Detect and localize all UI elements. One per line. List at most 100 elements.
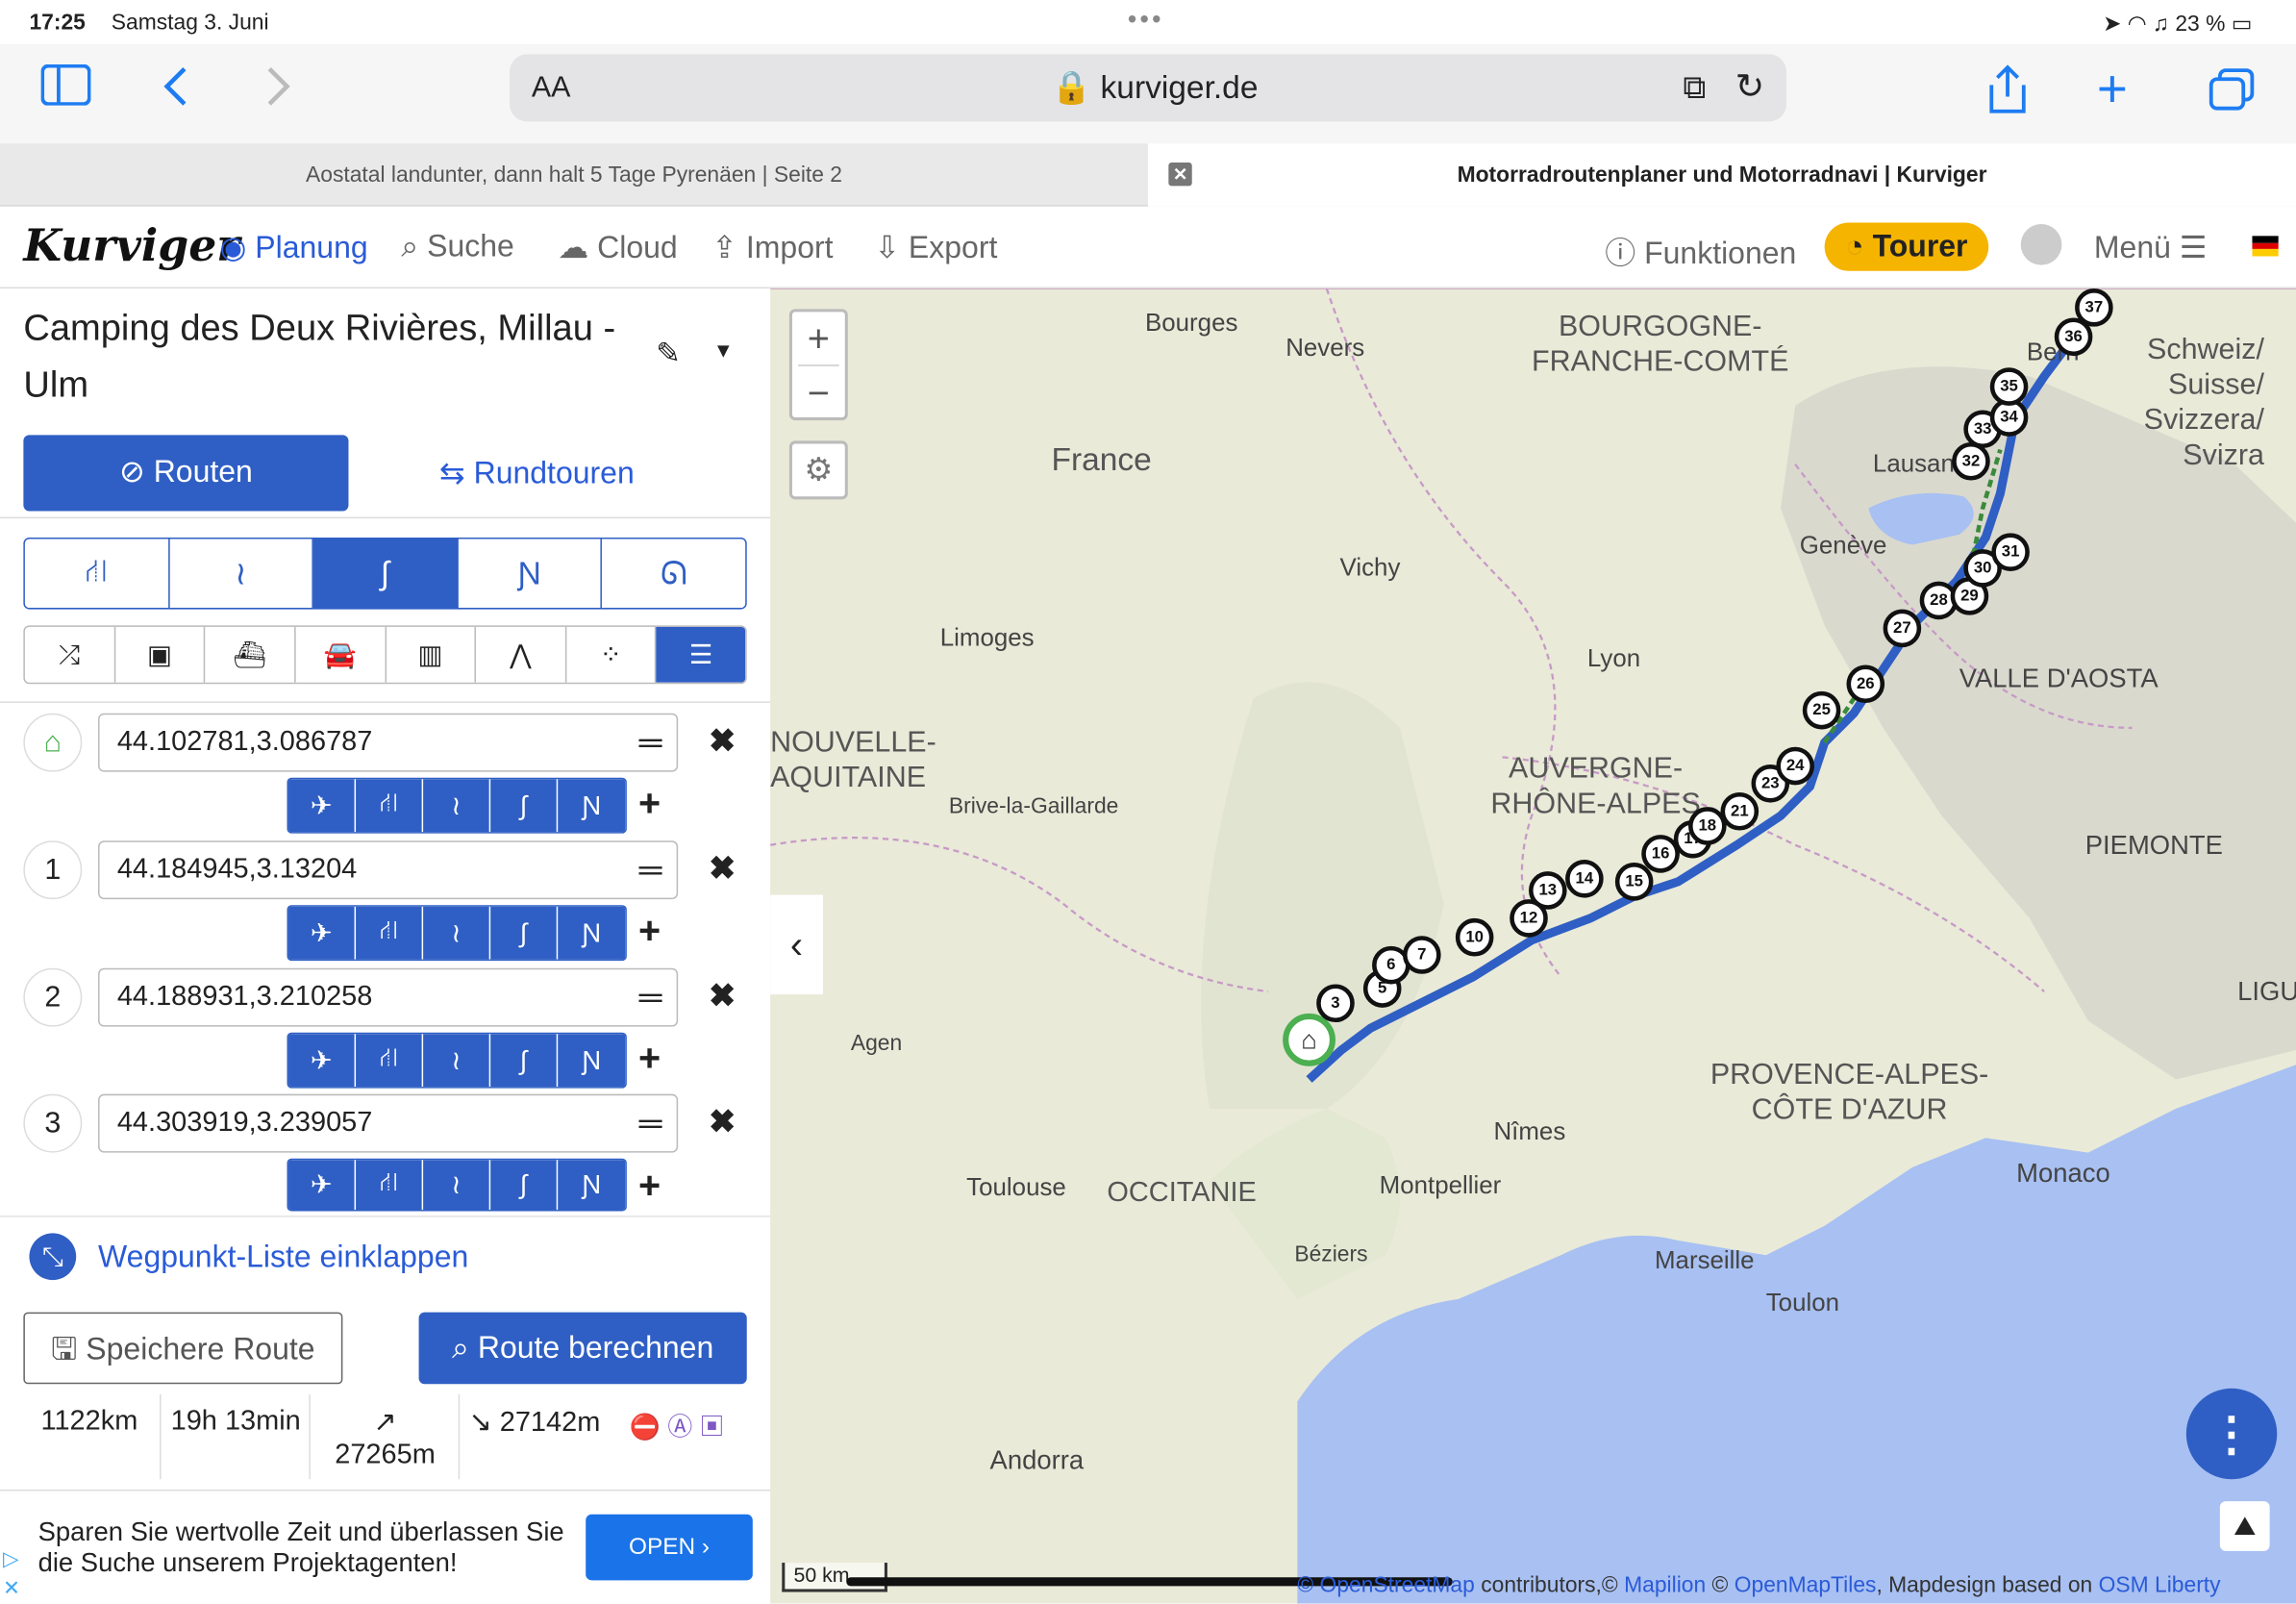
unpaved-icon[interactable]: ⁘: [566, 626, 657, 683]
extension-icon[interactable]: ⧉: [1683, 69, 1706, 108]
fast-icon[interactable]: ✈: [288, 906, 357, 960]
car-icon[interactable]: 🚘: [295, 626, 387, 683]
waypoint-marker[interactable]: 27: [1883, 609, 1922, 648]
remove-waypoint-icon[interactable]: ✖: [709, 1103, 736, 1141]
curvy-icon[interactable]: ∫: [313, 539, 459, 609]
sidebar-icon[interactable]: [40, 63, 91, 117]
drag-handle-icon[interactable]: ═: [639, 1095, 662, 1151]
waypoint-marker[interactable]: 37: [2075, 288, 2113, 327]
nav-suche[interactable]: ⌕ Suche: [401, 230, 514, 265]
drag-handle-icon[interactable]: ═: [639, 969, 662, 1025]
extreme-curvy-icon[interactable]: ᘏ: [603, 539, 746, 608]
waypoint-marker[interactable]: 14: [1565, 860, 1604, 898]
remove-waypoint-icon[interactable]: ✖: [709, 722, 736, 761]
segment-options[interactable]: ✈ ⛙ ≀ ∫ Ɲ: [287, 905, 627, 962]
tab-routen[interactable]: ⊘ Routen: [23, 435, 349, 512]
very-curvy-icon[interactable]: Ɲ: [558, 1160, 626, 1210]
segment-options[interactable]: ✈ ⛙ ≀ ∫ Ɲ: [287, 777, 627, 834]
multitask-dots-icon[interactable]: •••: [1128, 5, 1164, 36]
tab-rundtouren[interactable]: ⇆ Rundtouren: [439, 456, 635, 492]
share-icon[interactable]: [1985, 64, 2030, 121]
curvy-icon[interactable]: ∫: [490, 906, 559, 960]
nav-funktionen[interactable]: ⓘ Funktionen: [1605, 230, 1796, 274]
waypoint-input[interactable]: 44.102781,3.086787 ═: [98, 713, 679, 772]
waypoint-marker[interactable]: 24: [1776, 746, 1814, 786]
waypoint-marker[interactable]: 3: [1316, 984, 1355, 1023]
tab-forum[interactable]: Aostatal landunter, dann halt 5 Tage Pyr…: [0, 143, 1148, 206]
waypoint-marker[interactable]: 25: [1802, 690, 1841, 730]
ad-open-button[interactable]: OPEN ›: [586, 1514, 753, 1581]
slight-curve-icon[interactable]: ≀: [423, 906, 491, 960]
start-home-marker[interactable]: ⌂: [1283, 1013, 1335, 1066]
save-route-button[interactable]: 🖫 Speichere Route: [23, 1312, 343, 1385]
waypoint-input[interactable]: 44.184945,3.13204 ═: [98, 840, 679, 900]
route-warnings[interactable]: ⛔ Ⓐ ▣: [630, 1406, 724, 1442]
highway-icon[interactable]: ⛙: [356, 1034, 424, 1088]
toll-icon[interactable]: ▣: [115, 626, 206, 683]
very-curvy-icon[interactable]: Ɲ: [558, 906, 626, 960]
route-type-selector[interactable]: ⛙ ≀ ∫ Ɲ ᘏ: [23, 537, 747, 610]
fast-icon[interactable]: ✈: [288, 1034, 357, 1088]
more-options-button[interactable]: ⋮: [2185, 1388, 2278, 1480]
waypoint-marker[interactable]: 13: [1529, 871, 1567, 910]
avatar[interactable]: [2020, 224, 2062, 265]
forward-icon[interactable]: [263, 64, 292, 115]
shuffle-icon[interactable]: ⤮: [25, 626, 115, 683]
very-curvy-icon[interactable]: Ɲ: [558, 1034, 626, 1088]
segment-options[interactable]: ✈ ⛙ ≀ ∫ Ɲ: [287, 1158, 627, 1212]
highway-icon[interactable]: ⛙: [356, 779, 424, 833]
very-curvy-icon[interactable]: Ɲ: [558, 779, 626, 833]
tourer-badge[interactable]: ◔ Tourer: [1824, 222, 1989, 271]
highway-icon[interactable]: ⛙: [356, 1160, 424, 1210]
zoom-out-button[interactable]: −: [792, 366, 845, 419]
nav-cloud[interactable]: ☁ Cloud: [558, 230, 677, 266]
tab-kurviger[interactable]: ✕ Motorradroutenplaner und Motorradnavi |…: [1148, 143, 2296, 207]
waypoint-marker[interactable]: 31: [1991, 533, 2030, 571]
new-tab-icon[interactable]: +: [2097, 59, 2128, 120]
german-flag-icon[interactable]: [2252, 236, 2279, 257]
collapse-panel-chevron-left-icon[interactable]: ‹: [770, 894, 823, 995]
address-bar[interactable]: AA 🔒 kurviger.de ⧉ ↻: [510, 54, 1787, 122]
close-tab-icon[interactable]: ✕: [1168, 163, 1192, 187]
slight-curve-icon[interactable]: ≀: [423, 779, 491, 833]
map[interactable]: + − ⚙ ‹ Bourges Nevers France Vichy Limo…: [770, 288, 2296, 1604]
waypoint-input[interactable]: 44.303919,3.239057 ═: [98, 1093, 679, 1153]
highway-icon[interactable]: ⛙: [356, 906, 424, 960]
chevron-down-icon[interactable]: ▼: [713, 338, 734, 362]
zoom-in-button[interactable]: +: [792, 312, 845, 364]
waypoint-marker[interactable]: 35: [1989, 367, 2029, 406]
remove-waypoint-icon[interactable]: ✖: [709, 977, 736, 1015]
curvy-icon[interactable]: ∫: [490, 779, 559, 833]
add-waypoint-icon[interactable]: +: [638, 1036, 661, 1081]
ad-close-icon[interactable]: ✕: [3, 1576, 20, 1601]
drag-handle-icon[interactable]: ═: [639, 842, 662, 898]
segment-options[interactable]: ✈ ⛙ ≀ ∫ Ɲ: [287, 1032, 627, 1089]
text-size-button[interactable]: AA: [532, 72, 571, 106]
collapse-icon[interactable]: ⤡: [29, 1233, 77, 1281]
settings-sliders-icon[interactable]: ☰: [656, 626, 746, 683]
highway-icon[interactable]: ⛙: [25, 539, 170, 609]
add-waypoint-icon[interactable]: +: [638, 1163, 661, 1208]
curvy-icon[interactable]: ∫: [490, 1160, 559, 1210]
waypoint-marker[interactable]: 26: [1846, 664, 1885, 704]
nav-import[interactable]: ⇪ Import: [711, 230, 833, 266]
remove-waypoint-icon[interactable]: ✖: [709, 849, 736, 888]
back-icon[interactable]: [162, 64, 190, 115]
calculate-route-button[interactable]: ⌕ Route berechnen: [418, 1312, 747, 1385]
nav-planung[interactable]: ◉ Planung: [219, 230, 367, 266]
add-waypoint-icon[interactable]: +: [638, 908, 661, 953]
add-waypoint-icon[interactable]: +: [638, 781, 661, 826]
ad-banner[interactable]: ▷ ✕ Sparen Sie wertvolle Zeit und überla…: [0, 1489, 771, 1604]
fast-icon[interactable]: ✈: [288, 1160, 357, 1210]
road-icon[interactable]: ⋀: [476, 626, 567, 683]
edit-icon[interactable]: ✎: [656, 336, 681, 372]
drag-handle-icon[interactable]: ═: [639, 714, 662, 770]
nav-menu[interactable]: Menü ☰: [2094, 230, 2208, 266]
slight-curve-icon[interactable]: ≀: [169, 539, 314, 609]
collapse-waypoints-link[interactable]: Wegpunkt-Liste einklappen: [98, 1241, 468, 1276]
ferry-icon[interactable]: ⛴: [206, 626, 296, 683]
waypoint-marker[interactable]: 10: [1455, 917, 1494, 957]
tabs-overview-icon[interactable]: [2209, 67, 2256, 118]
slight-curve-icon[interactable]: ≀: [423, 1160, 491, 1210]
waypoint-marker[interactable]: 7: [1403, 936, 1441, 974]
